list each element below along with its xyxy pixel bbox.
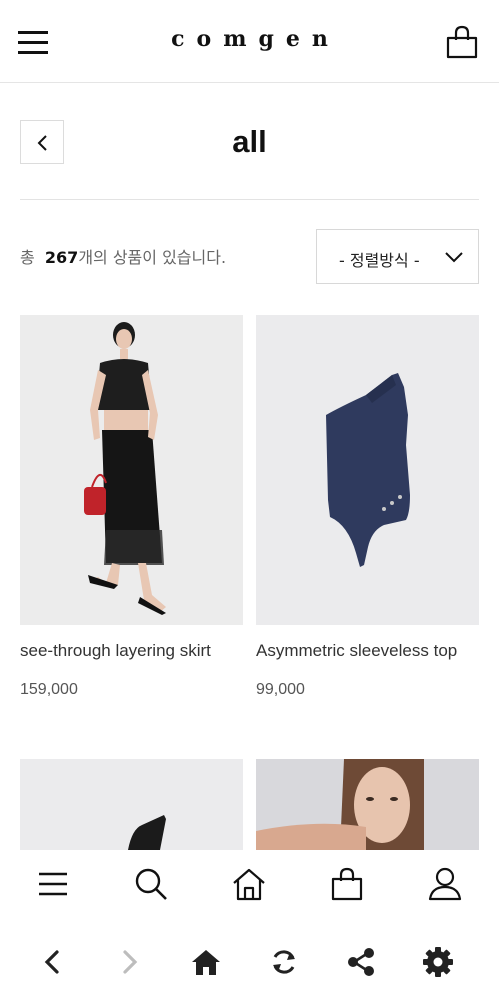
chevron-left-icon bbox=[37, 135, 47, 151]
product-image[interactable] bbox=[20, 315, 243, 625]
page-title: all bbox=[232, 124, 267, 159]
refresh-icon[interactable] bbox=[268, 946, 300, 978]
top-header: comgen bbox=[0, 0, 499, 83]
shopping-bag-icon[interactable] bbox=[444, 24, 480, 60]
gear-icon[interactable] bbox=[422, 946, 454, 978]
home-icon[interactable] bbox=[231, 866, 267, 902]
browser-toolbar bbox=[0, 922, 499, 1000]
bottom-nav bbox=[0, 850, 499, 922]
home-icon[interactable] bbox=[190, 946, 222, 978]
product-image[interactable] bbox=[256, 315, 479, 625]
product-name[interactable]: Asymmetric sleeveless top bbox=[256, 641, 457, 661]
search-icon[interactable] bbox=[133, 866, 169, 902]
sort-label: - 정렬방식 - bbox=[339, 251, 420, 270]
product-price: 99,000 bbox=[256, 681, 305, 698]
brand-logo[interactable]: comgen bbox=[0, 26, 499, 52]
chevron-down-icon bbox=[445, 252, 463, 263]
product-price: 159,000 bbox=[20, 681, 78, 698]
user-icon[interactable] bbox=[427, 866, 463, 902]
share-icon[interactable] bbox=[345, 946, 377, 978]
chevron-left-icon[interactable] bbox=[37, 946, 69, 978]
chevron-right-icon bbox=[113, 946, 145, 978]
product-image[interactable] bbox=[256, 759, 479, 850]
sort-dropdown[interactable]: - 정렬방식 - bbox=[316, 229, 479, 284]
title-row: all bbox=[20, 120, 479, 166]
count-value: 267 bbox=[44, 248, 79, 267]
count-prefix: 총 bbox=[20, 248, 35, 267]
product-name[interactable]: see-through layering skirt bbox=[20, 641, 211, 661]
hamburger-menu-icon[interactable] bbox=[35, 866, 71, 902]
back-button[interactable] bbox=[20, 120, 64, 164]
product-image[interactable] bbox=[20, 759, 243, 850]
count-suffix: 개의 상품이 있습니다. bbox=[78, 248, 227, 267]
shopping-bag-icon[interactable] bbox=[329, 866, 365, 902]
product-count: 총 267개의 상품이 있습니다. bbox=[20, 244, 226, 268]
divider bbox=[20, 199, 479, 200]
